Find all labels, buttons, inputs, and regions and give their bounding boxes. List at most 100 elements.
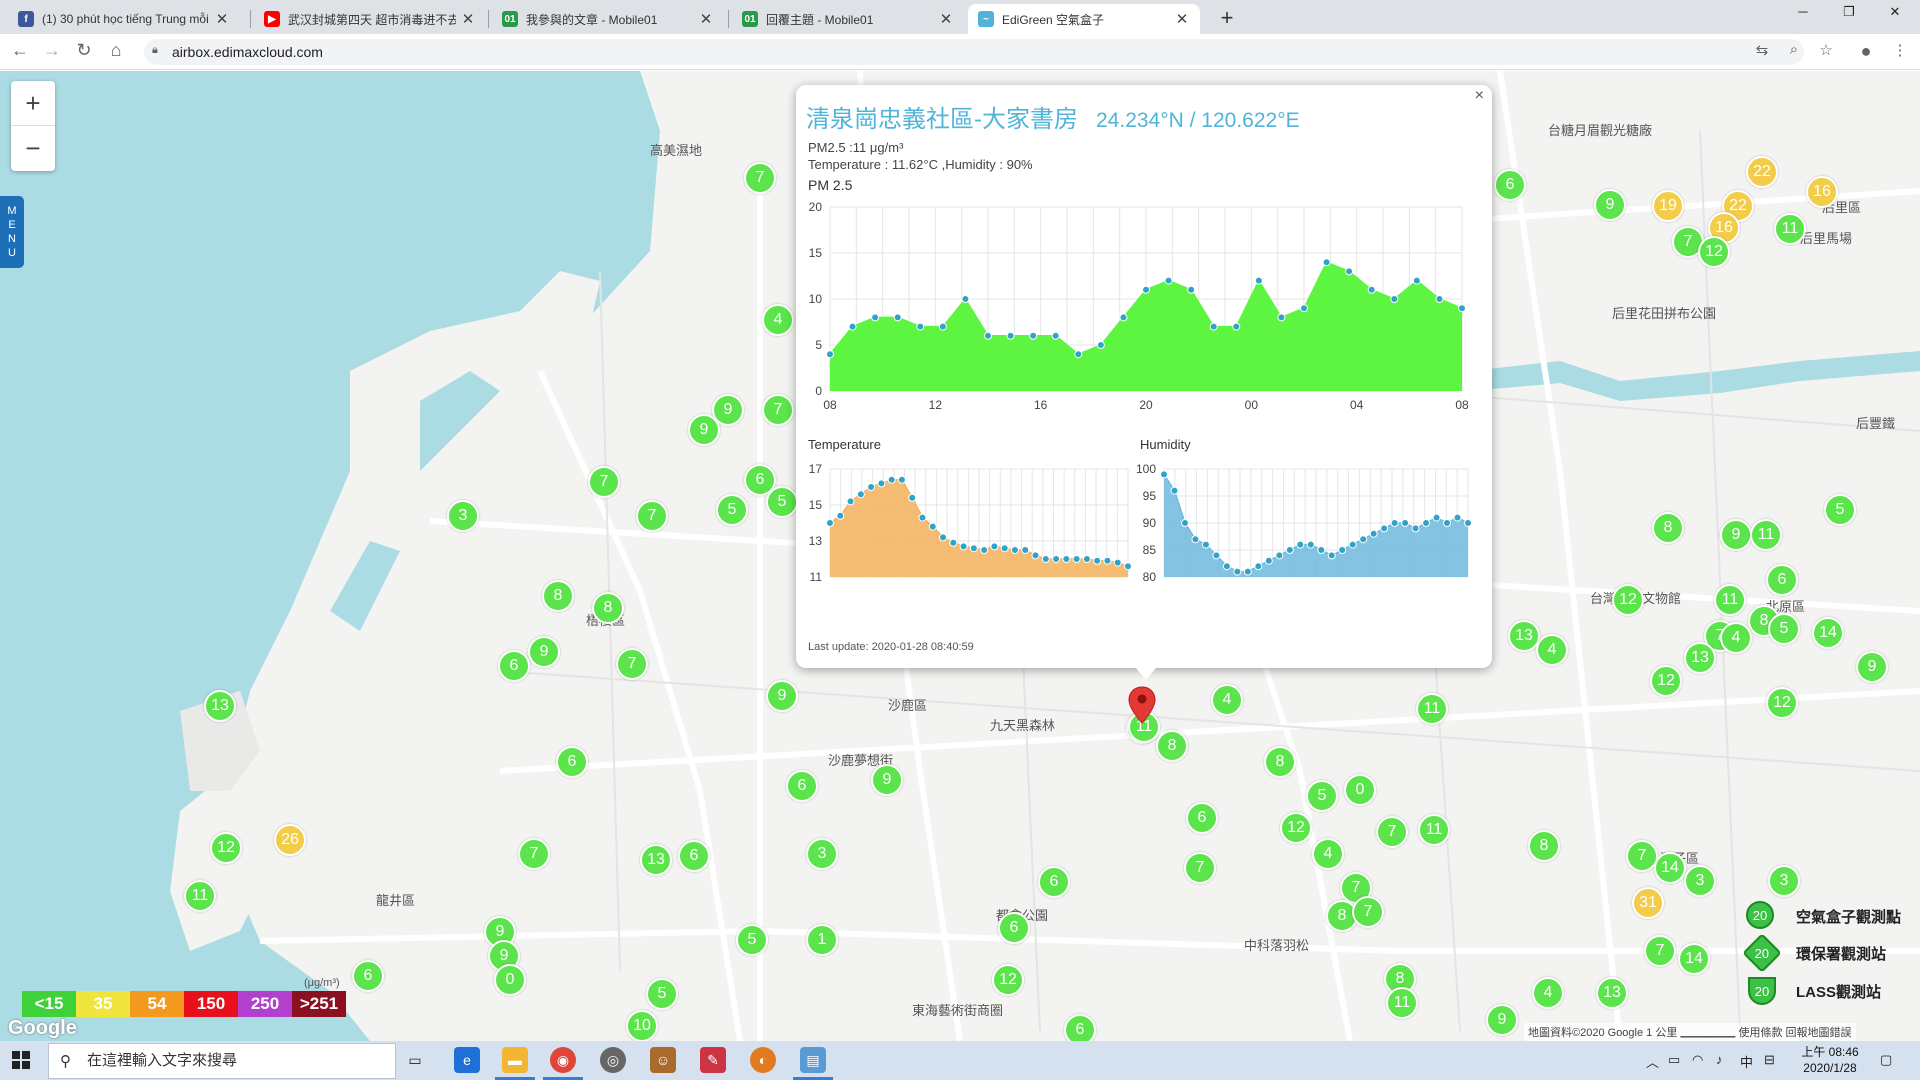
airbox-marker[interactable]: 11 (184, 880, 216, 912)
data-point[interactable] (1209, 322, 1218, 331)
data-point[interactable] (1345, 267, 1354, 276)
airbox-marker[interactable]: 8 (1652, 512, 1684, 544)
app-icon-5[interactable]: ▤ (793, 1047, 833, 1080)
airbox-marker[interactable]: 4 (762, 304, 794, 336)
airbox-marker[interactable]: 9 (528, 636, 560, 668)
data-point[interactable] (1124, 562, 1132, 571)
data-point[interactable] (1432, 513, 1441, 522)
data-point[interactable] (969, 544, 978, 553)
data-point[interactable] (1119, 313, 1128, 322)
airbox-marker[interactable]: 7 (1376, 816, 1408, 848)
airbox-marker[interactable]: 5 (1768, 613, 1800, 645)
airbox-marker[interactable]: 9 (1720, 519, 1752, 551)
data-point[interactable] (877, 479, 886, 488)
airbox-marker[interactable]: 11 (1774, 213, 1806, 245)
airbox-marker[interactable]: 7 (1352, 896, 1384, 928)
location-pin-icon[interactable] (1127, 685, 1157, 725)
data-point[interactable] (961, 295, 970, 303)
airbox-marker[interactable]: 5 (766, 486, 798, 518)
data-point[interactable] (887, 475, 896, 484)
data-point[interactable] (1348, 540, 1357, 549)
tab-close-icon[interactable]: ✕ (1174, 10, 1190, 28)
data-point[interactable] (1306, 540, 1315, 549)
data-point[interactable] (1074, 350, 1083, 359)
browser-tab[interactable]: f (1) 30 phút học tiếng Trung mỗi ✕ (8, 4, 240, 34)
data-point[interactable] (826, 519, 834, 527)
data-point[interactable] (1327, 551, 1336, 560)
browser-tab[interactable]: 01 回覆主題 - Mobile01 ✕ (732, 4, 964, 34)
airbox-marker[interactable]: 1 (806, 924, 838, 956)
volume-icon[interactable]: ♪ (1716, 1052, 1723, 1067)
taskbar-search-input[interactable]: 在這裡輸入文字來搜尋 (48, 1043, 396, 1079)
data-point[interactable] (897, 475, 906, 484)
zoom-icon[interactable]: ⌕ (1784, 41, 1804, 58)
airbox-marker[interactable]: 14 (1812, 617, 1844, 649)
data-point[interactable] (1021, 546, 1030, 554)
menu-tab[interactable]: MENU (0, 196, 24, 268)
data-point[interactable] (846, 497, 855, 506)
data-point[interactable] (928, 522, 937, 531)
data-point[interactable] (1160, 470, 1168, 479)
airbox-marker[interactable]: 13 (1684, 642, 1716, 674)
airbox-marker[interactable]: 0 (494, 964, 526, 996)
battery-icon[interactable]: ▭ (1668, 1052, 1680, 1068)
tab-close-icon[interactable]: ✕ (460, 10, 476, 28)
data-point[interactable] (1164, 276, 1173, 285)
data-point[interactable] (949, 538, 958, 547)
data-point[interactable] (1359, 535, 1368, 544)
data-point[interactable] (1051, 331, 1060, 340)
wifi-icon[interactable]: ◠ (1692, 1052, 1703, 1068)
airbox-marker[interactable]: 8 (1264, 746, 1296, 778)
airbox-marker[interactable]: 11 (1714, 584, 1746, 616)
map-canvas[interactable]: 高美濕地梧棲區沙鹿區九天黑森林沙鹿夢想街龍井區都會公園東海藝術街商圈中科落羽松潭… (0, 71, 1920, 1041)
airbox-marker[interactable]: 14 (1678, 943, 1710, 975)
airbox-marker[interactable]: 16 (1806, 176, 1838, 208)
airbox-marker[interactable]: 12 (1766, 687, 1798, 719)
zoom-in-button[interactable]: + (11, 81, 55, 126)
data-point[interactable] (959, 542, 968, 551)
data-point[interactable] (1411, 524, 1420, 533)
data-point[interactable] (1422, 519, 1431, 527)
airbox-marker[interactable]: 13 (1596, 977, 1628, 1009)
bookmark-star-icon[interactable]: ☆ (1816, 41, 1836, 59)
airbox-marker[interactable]: 7 (588, 466, 620, 498)
app-icon-1[interactable]: ◎ (600, 1047, 626, 1073)
airbox-marker[interactable]: 5 (716, 494, 748, 526)
data-point[interactable] (1010, 546, 1019, 554)
data-point[interactable] (867, 483, 876, 491)
airbox-marker[interactable]: 6 (1038, 866, 1070, 898)
airbox-marker[interactable]: 7 (518, 838, 550, 870)
data-point[interactable] (908, 493, 917, 502)
file-explorer-icon[interactable]: ▬ (495, 1047, 535, 1080)
zoom-out-button[interactable]: − (11, 126, 55, 171)
data-point[interactable] (1093, 556, 1102, 565)
address-bar[interactable]: airbox.edimaxcloud.com (144, 39, 1804, 65)
tray-chevron-icon[interactable]: ︿ (1646, 1052, 1659, 1071)
data-point[interactable] (918, 513, 927, 522)
airbox-marker[interactable]: 11 (1750, 519, 1782, 551)
airbox-marker[interactable]: 4 (1312, 838, 1344, 870)
data-point[interactable] (1082, 555, 1091, 563)
data-point[interactable] (1338, 546, 1347, 554)
airbox-marker[interactable]: 4 (1532, 977, 1564, 1009)
data-point[interactable] (1317, 546, 1326, 554)
data-point[interactable] (1390, 295, 1399, 303)
data-point[interactable] (1113, 558, 1122, 567)
new-tab-button[interactable]: + (1214, 5, 1240, 31)
data-point[interactable] (1212, 551, 1221, 560)
lass-station-legend[interactable]: LASS觀測站 (1796, 981, 1881, 1002)
airbox-marker[interactable]: 6 (678, 840, 710, 872)
airbox-marker[interactable]: 12 (210, 832, 242, 864)
data-point[interactable] (1191, 535, 1200, 544)
airbox-station-legend[interactable]: 空氣盒子觀測點 (1796, 906, 1901, 927)
map-attribution[interactable]: 地圖資料©2020 Google 1 公里 ▁▁▁▁▁ 使用條款 回報地圖錯誤 (1524, 1023, 1856, 1041)
airbox-marker[interactable]: 19 (1652, 190, 1684, 222)
airbox-marker[interactable]: 4 (1536, 634, 1568, 666)
data-point[interactable] (1435, 295, 1444, 303)
airbox-marker[interactable]: 10 (626, 1010, 658, 1041)
data-point[interactable] (1390, 519, 1399, 527)
airbox-marker[interactable]: 9 (688, 414, 720, 446)
close-window-button[interactable]: ✕ (1872, 4, 1918, 20)
app-icon-2[interactable]: ☺ (650, 1047, 676, 1073)
notification-icon[interactable]: ▢ (1880, 1052, 1892, 1068)
